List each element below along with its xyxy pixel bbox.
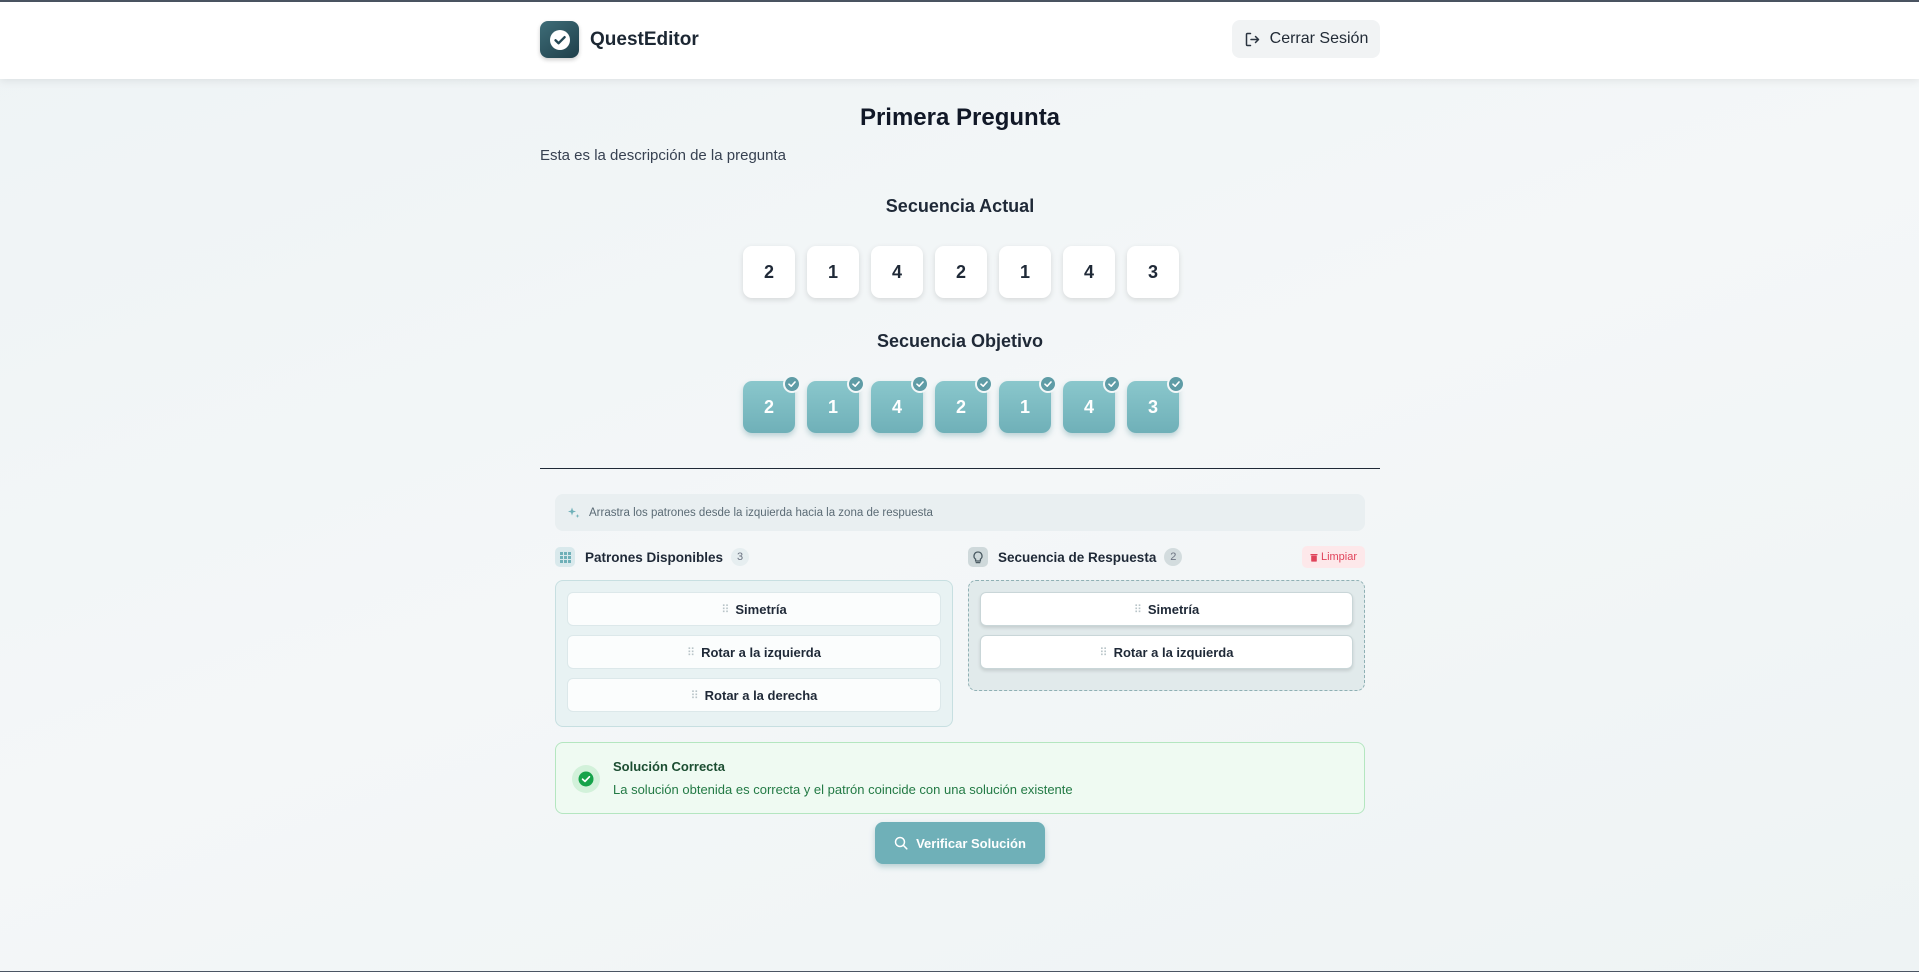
logout-label: Cerrar Sesión: [1269, 30, 1369, 47]
available-patterns-title: Patrones Disponibles: [585, 549, 724, 565]
target-tile: 4: [871, 375, 929, 433]
current-tile: 4: [871, 246, 923, 298]
result-title: Solución Correcta: [613, 759, 725, 774]
answer-count-badge: 2: [1164, 548, 1183, 566]
pattern-label: Simetría: [735, 601, 787, 617]
sparkles-icon: [568, 507, 580, 518]
target-tile-value: 4: [1083, 396, 1094, 417]
answer-sequence-title: Secuencia de Respuesta: [998, 549, 1157, 565]
current-tile: 1: [999, 246, 1051, 298]
verify-solution-button[interactable]: Verificar Solución: [875, 822, 1045, 864]
search-icon: [894, 836, 908, 850]
lightbulb-icon: [968, 547, 988, 567]
drag-handle-icon[interactable]: ⠿: [687, 646, 695, 659]
drag-handle-icon[interactable]: ⠿: [1100, 646, 1108, 659]
check-badge-icon: [975, 375, 993, 393]
top-navbar: QuestEditor Cerrar Sesión: [0, 2, 1919, 79]
target-tile: 2: [743, 375, 801, 433]
target-tile-value: 3: [1147, 396, 1158, 417]
pattern-item[interactable]: ⠿ Rotar a la derecha: [567, 678, 941, 712]
result-alert: Solución Correcta La solución obtenida e…: [555, 742, 1365, 814]
clear-label: Limpiar: [1320, 551, 1358, 563]
logout-icon: [1245, 32, 1259, 46]
current-tile: 4: [1063, 246, 1115, 298]
success-check-icon: [572, 765, 600, 793]
drag-handle-icon[interactable]: ⠿: [691, 689, 699, 702]
answer-label: Simetría: [1147, 601, 1200, 617]
current-tile: 1: [807, 246, 859, 298]
drag-handle-icon[interactable]: ⠿: [721, 603, 729, 616]
answer-item[interactable]: ⠿ Rotar a la izquierda: [980, 635, 1353, 669]
current-tile: 2: [743, 246, 795, 298]
current-tile: 2: [935, 246, 987, 298]
answer-label: Rotar a la izquierda: [1113, 644, 1234, 660]
question-title: Primera Pregunta: [859, 104, 1061, 131]
target-sequence-heading: Secuencia Objetivo: [876, 331, 1044, 351]
available-patterns-list: ⠿ Simetría ⠿ Rotar a la izquierda ⠿ Rota…: [555, 580, 953, 727]
result-message: La solución obtenida es correcta y el pa…: [613, 782, 1073, 797]
current-sequence-heading: Secuencia Actual: [885, 196, 1035, 216]
target-tile: 2: [935, 375, 993, 433]
pattern-label: Rotar a la derecha: [704, 687, 818, 703]
answer-item[interactable]: ⠿ Simetría: [980, 592, 1353, 626]
answer-sequence-header: Secuencia de Respuesta 2: [968, 547, 1183, 567]
current-sequence-row: 2 1 4 2 1 4 3: [743, 246, 1179, 298]
pattern-label: Rotar a la izquierda: [701, 644, 821, 660]
grid-icon: [555, 547, 575, 567]
check-badge-icon: [783, 375, 801, 393]
current-tile: 3: [1127, 246, 1179, 298]
drag-handle-icon[interactable]: ⠿: [1134, 603, 1142, 616]
target-tile-value: 1: [827, 396, 838, 417]
target-tile: 4: [1063, 375, 1121, 433]
target-tile-value: 4: [891, 396, 902, 417]
question-description: Esta es la descripción de la pregunta: [540, 147, 786, 164]
check-badge-icon: [1039, 375, 1057, 393]
app-name: QuestEditor: [590, 28, 699, 50]
target-tile-value: 2: [955, 396, 966, 417]
target-tile: 3: [1127, 375, 1185, 433]
target-tile: 1: [999, 375, 1057, 433]
target-sequence-row: 2 1 4 2 1 4 3: [743, 375, 1185, 433]
brand[interactable]: QuestEditor: [540, 21, 699, 58]
answer-drop-zone[interactable]: ⠿ Simetría ⠿ Rotar a la izquierda: [968, 580, 1365, 691]
trash-icon: [1310, 553, 1318, 562]
available-count-badge: 3: [731, 548, 750, 566]
check-logo-icon: [540, 21, 579, 58]
target-tile-value: 2: [763, 396, 774, 417]
drag-hint-text: Arrastra los patrones desde la izquierda…: [589, 506, 933, 519]
target-tile: 1: [807, 375, 865, 433]
logout-button[interactable]: Cerrar Sesión: [1232, 20, 1380, 58]
available-patterns-header: Patrones Disponibles 3: [555, 547, 750, 567]
section-divider: [540, 468, 1380, 469]
pattern-item[interactable]: ⠿ Rotar a la izquierda: [567, 635, 941, 669]
target-tile-value: 1: [1019, 396, 1030, 417]
drag-hint-bar: Arrastra los patrones desde la izquierda…: [555, 494, 1365, 531]
clear-button[interactable]: Limpiar: [1302, 546, 1365, 568]
pattern-item[interactable]: ⠿ Simetría: [567, 592, 941, 626]
check-badge-icon: [847, 375, 865, 393]
check-badge-icon: [1167, 375, 1185, 393]
check-badge-icon: [911, 375, 929, 393]
verify-solution-label: Verificar Solución: [916, 835, 1026, 851]
check-badge-icon: [1103, 375, 1121, 393]
